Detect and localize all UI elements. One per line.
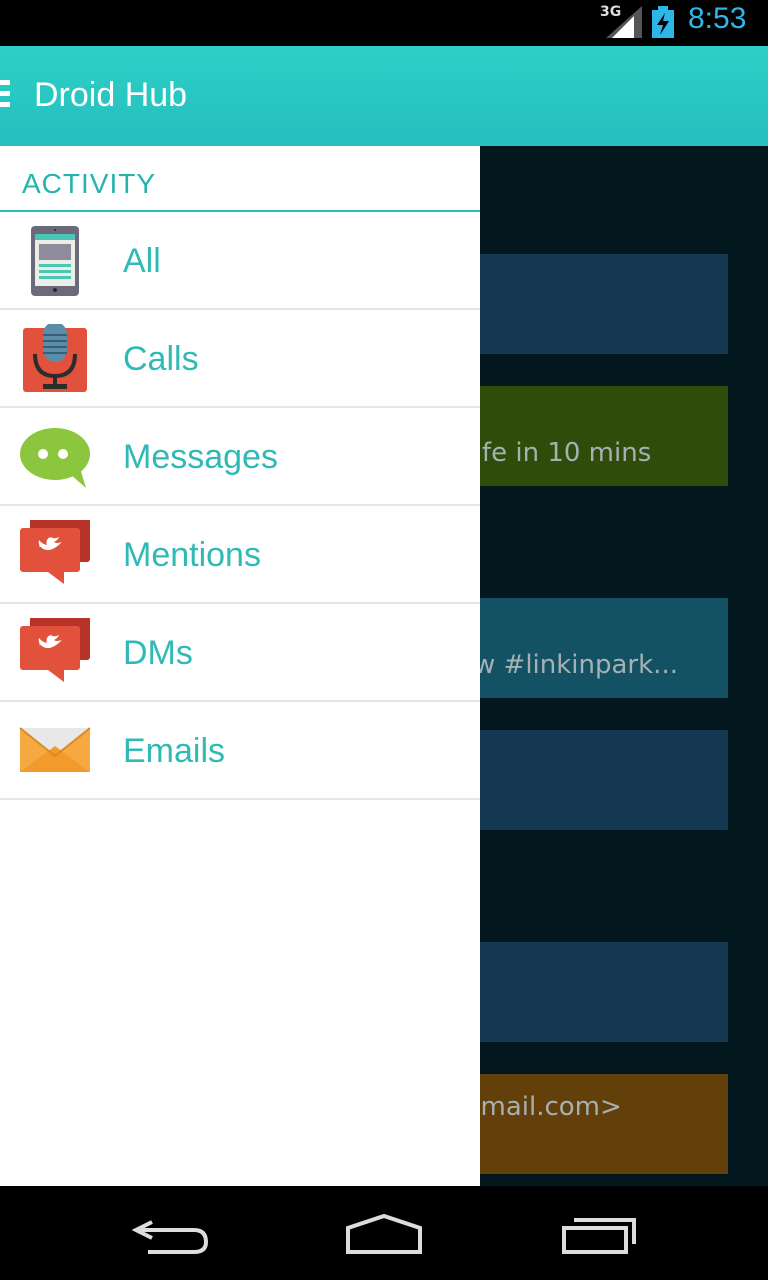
navigation-drawer: ACTIVITY All Calls Messages Mentions DMs…	[0, 146, 480, 1186]
feed-card-text: afe in 10 mins	[466, 438, 652, 468]
back-icon[interactable]	[126, 1206, 216, 1262]
status-bar: 3G 8:53	[0, 0, 768, 46]
signal-icon	[606, 6, 642, 38]
drawer-section-header: ACTIVITY	[0, 146, 480, 212]
microphone-icon	[23, 324, 87, 392]
recents-icon[interactable]	[556, 1206, 646, 1262]
system-nav-bar	[0, 1186, 768, 1280]
action-bar: Droid Hub	[0, 46, 768, 146]
home-icon[interactable]	[340, 1206, 430, 1262]
drawer-item-calls[interactable]: Calls	[0, 310, 480, 408]
section-header-label: ACTIVITY	[22, 168, 157, 199]
drawer-item-emails[interactable]: Emails	[0, 702, 480, 800]
drawer-item-label: DMs	[123, 634, 193, 672]
drawer-item-label: All	[123, 242, 161, 280]
feed-card-text: gmail.com>	[464, 1092, 622, 1122]
twitter-bubble-icon	[20, 618, 90, 682]
drawer-item-messages[interactable]: Messages	[0, 408, 480, 506]
tablet-icon	[31, 226, 79, 296]
drawer-item-label: Emails	[123, 732, 226, 770]
twitter-bubble-icon	[20, 520, 90, 584]
battery-charging-icon	[652, 6, 674, 38]
feed-card-text: w #linkinpark...	[474, 650, 678, 680]
hamburger-icon[interactable]	[0, 76, 12, 116]
drawer-item-all[interactable]: All	[0, 212, 480, 310]
envelope-icon	[19, 727, 91, 772]
chat-bubble-icon	[20, 428, 90, 488]
clock: 8:53	[688, 2, 747, 35]
drawer-item-label: Calls	[123, 340, 199, 378]
app-title[interactable]: Droid Hub	[34, 76, 187, 115]
drawer-item-label: Messages	[123, 438, 278, 476]
drawer-item-dms[interactable]: DMs	[0, 604, 480, 702]
drawer-item-mentions[interactable]: Mentions	[0, 506, 480, 604]
drawer-item-label: Mentions	[123, 536, 261, 574]
